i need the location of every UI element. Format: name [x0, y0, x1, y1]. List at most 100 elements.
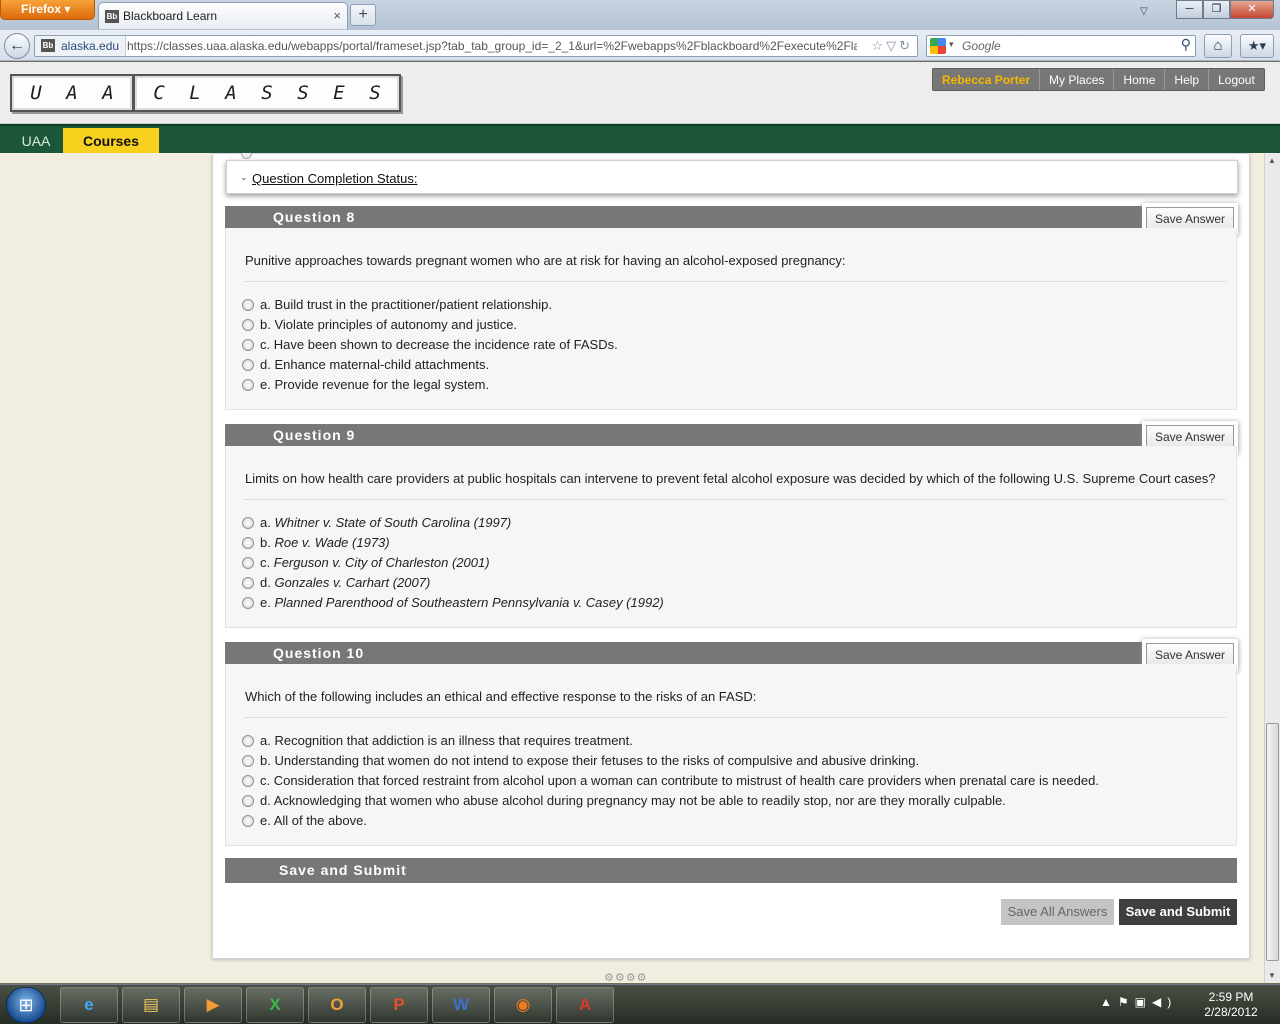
firefox-icon[interactable]: ◉: [494, 987, 552, 1023]
answer-option[interactable]: e. All of the above.: [242, 811, 1099, 831]
answer-letter: e.: [260, 377, 271, 392]
acrobat-icon[interactable]: A: [556, 987, 614, 1023]
radio-button[interactable]: [242, 517, 254, 529]
internet-explorer-icon[interactable]: e: [60, 987, 118, 1023]
volume-icon[interactable]: ◀): [1152, 995, 1177, 1009]
new-tab-button[interactable]: +: [350, 4, 376, 26]
radio-button[interactable]: [242, 815, 254, 827]
logo-classes[interactable]: C L A S S E S: [133, 74, 401, 112]
answer-option[interactable]: d. Gonzales v. Carhart (2007): [242, 573, 664, 593]
question-body: Limits on how health care providers at p…: [225, 446, 1237, 628]
radio-button[interactable]: [242, 359, 254, 371]
scroll-down-arrow-icon[interactable]: ▼: [1268, 971, 1276, 980]
answer-letter: d.: [260, 793, 271, 808]
answer-option[interactable]: e. Provide revenue for the legal system.: [242, 375, 618, 395]
chevron-down-icon[interactable]: ▾: [949, 39, 954, 50]
google-icon[interactable]: [930, 38, 946, 54]
radio-button[interactable]: [242, 795, 254, 807]
address-bar[interactable]: Bb alaska.edu https://classes.uaa.alaska…: [34, 35, 918, 57]
show-hidden-icons-icon[interactable]: ▲: [1100, 995, 1118, 1009]
window-close-button[interactable]: ✕: [1230, 0, 1274, 19]
scroll-up-arrow-icon[interactable]: ▲: [1268, 156, 1276, 165]
logout-link[interactable]: Logout: [1208, 69, 1264, 90]
radio-button[interactable]: [242, 379, 254, 391]
answer-option[interactable]: d. Acknowledging that women who abuse al…: [242, 791, 1099, 811]
logo-letter: L: [189, 82, 201, 104]
radio-button[interactable]: [242, 755, 254, 767]
radio-button[interactable]: [242, 597, 254, 609]
window-controls: ─ ❐ ✕: [1176, 0, 1274, 20]
powerpoint-icon[interactable]: P: [370, 987, 428, 1023]
bookmark-star-icon[interactable]: ☆: [871, 38, 886, 53]
radio-button[interactable]: [241, 153, 252, 159]
scrollbar-thumb[interactable]: [1266, 723, 1279, 961]
answer-option[interactable]: b. Violate principles of autonomy and ju…: [242, 315, 618, 335]
radio-button[interactable]: [242, 735, 254, 747]
site-identity-label: alaska.edu: [61, 39, 120, 53]
search-icon[interactable]: ⚲: [1181, 36, 1191, 53]
answer-option[interactable]: e. Planned Parenthood of Southeastern Pe…: [242, 593, 664, 613]
tab-uaa[interactable]: UAA: [11, 128, 61, 153]
home-button[interactable]: ⌂: [1204, 34, 1232, 58]
answer-option[interactable]: c. Have been shown to decrease the incid…: [242, 335, 618, 355]
my-places-link[interactable]: My Places: [1039, 69, 1113, 90]
tab-list-chevron-icon[interactable]: ▽: [1140, 6, 1148, 17]
answer-option[interactable]: a. Recognition that addiction is an illn…: [242, 731, 1099, 751]
tab-courses[interactable]: Courses: [63, 128, 159, 153]
firefox-menu-button[interactable]: Firefox ▾: [0, 0, 95, 20]
maximize-button[interactable]: ❐: [1203, 0, 1230, 19]
radio-button[interactable]: [242, 557, 254, 569]
minimize-button[interactable]: ─: [1176, 0, 1203, 19]
answer-option[interactable]: d. Enhance maternal-child attachments.: [242, 355, 618, 375]
answer-letter: c.: [260, 555, 271, 570]
back-button[interactable]: ←: [4, 33, 30, 59]
answer-option[interactable]: a. Build trust in the practitioner/patie…: [242, 295, 618, 315]
media-player-icon[interactable]: ▶: [184, 987, 242, 1023]
completion-status-label[interactable]: Question Completion Status:: [252, 171, 417, 186]
answer-option[interactable]: c. Ferguson v. City of Charleston (2001): [242, 553, 664, 573]
answer-option[interactable]: c. Consideration that forced restraint f…: [242, 771, 1099, 791]
save-and-submit-button[interactable]: Save and Submit: [1119, 899, 1237, 925]
answer-option[interactable]: a. Whitner v. State of South Carolina (1…: [242, 513, 664, 533]
vertical-scrollbar[interactable]: ▲ ▼: [1264, 153, 1280, 983]
bookmarks-menu-button[interactable]: ★▾: [1240, 34, 1274, 58]
home-link[interactable]: Home: [1113, 69, 1164, 90]
outlook-icon[interactable]: O: [308, 987, 366, 1023]
user-name-link[interactable]: Rebecca Porter: [933, 69, 1039, 90]
question-completion-status[interactable]: ⌄ Question Completion Status:: [226, 160, 1238, 194]
radio-button[interactable]: [242, 537, 254, 549]
radio-button[interactable]: [242, 299, 254, 311]
logo-uaa[interactable]: U A A: [10, 74, 134, 112]
radio-button[interactable]: [242, 577, 254, 589]
logo-letter: A: [225, 82, 237, 104]
radio-button[interactable]: [242, 319, 254, 331]
word-icon[interactable]: W: [432, 987, 490, 1023]
search-bar[interactable]: ▾ Google ⚲: [926, 35, 1196, 57]
history-dropdown-icon[interactable]: ▽: [886, 38, 899, 53]
question-body: Which of the following includes an ethic…: [225, 664, 1237, 846]
radio-button[interactable]: [242, 775, 254, 787]
firefox-menu-label: Firefox: [21, 2, 62, 16]
help-link[interactable]: Help: [1164, 69, 1208, 90]
reload-icon[interactable]: ↻: [899, 38, 913, 53]
start-button[interactable]: ⊞: [6, 987, 46, 1023]
answer-letter: b.: [260, 317, 271, 332]
url-text[interactable]: https://classes.uaa.alaska.edu/webapps/p…: [127, 39, 857, 53]
answer-option[interactable]: b. Understanding that women do not inten…: [242, 751, 1099, 771]
expand-chevron-icon[interactable]: ⌄: [240, 172, 248, 183]
excel-icon[interactable]: X: [246, 987, 304, 1023]
answer-text: Gonzales v. Carhart (2007): [274, 575, 431, 590]
answer-option[interactable]: b. Roe v. Wade (1973): [242, 533, 664, 553]
file-explorer-icon[interactable]: ▤: [122, 987, 180, 1023]
action-center-flag-icon[interactable]: ⚑: [1118, 995, 1135, 1009]
site-identity-button[interactable]: Bb alaska.edu: [35, 36, 127, 56]
search-input[interactable]: Google: [962, 39, 1001, 53]
browser-tab[interactable]: Bb Blackboard Learn ×: [98, 2, 348, 29]
system-clock[interactable]: 2:59 PM 2/28/2012: [1196, 990, 1266, 1020]
save-all-answers-button[interactable]: Save All Answers: [1001, 899, 1114, 925]
network-icon[interactable]: ▣: [1135, 995, 1152, 1009]
answer-text: Recognition that addiction is an illness…: [274, 733, 633, 748]
radio-button[interactable]: [242, 339, 254, 351]
close-tab-icon[interactable]: ×: [333, 8, 341, 23]
windows-taskbar: ⊞ e ▤ ▶ X O P W ◉ A ▲⚑▣◀) 2:59 PM 2/28/2…: [0, 984, 1280, 1024]
